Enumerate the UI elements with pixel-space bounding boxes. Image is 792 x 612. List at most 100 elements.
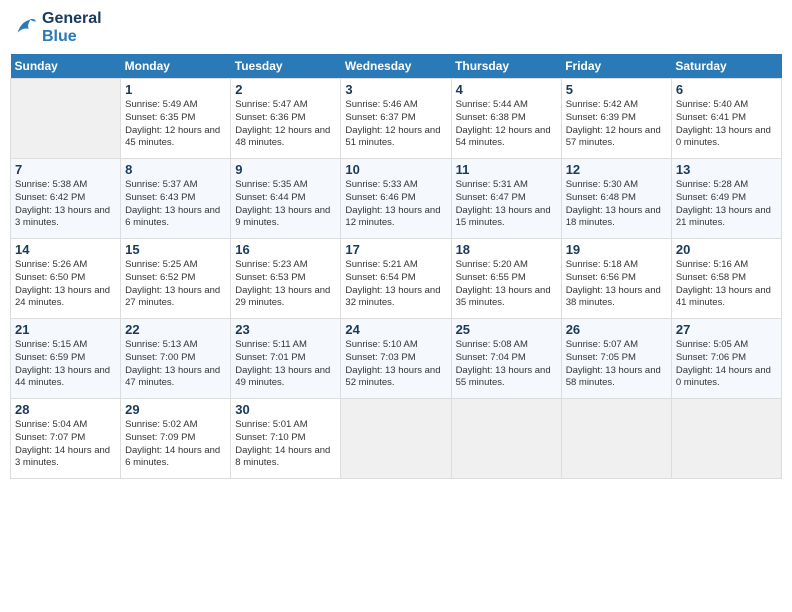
day-number: 21	[15, 322, 116, 337]
calendar-table: SundayMondayTuesdayWednesdayThursdayFrid…	[10, 54, 782, 479]
day-number: 16	[235, 242, 336, 257]
day-number: 28	[15, 402, 116, 417]
day-number: 11	[456, 162, 557, 177]
calendar-cell: 14 Sunrise: 5:26 AMSunset: 6:50 PMDaylig…	[11, 239, 121, 319]
calendar-cell	[341, 399, 451, 479]
calendar-cell: 10 Sunrise: 5:33 AMSunset: 6:46 PMDaylig…	[341, 159, 451, 239]
calendar-cell: 13 Sunrise: 5:28 AMSunset: 6:49 PMDaylig…	[671, 159, 781, 239]
cell-content: Sunrise: 5:44 AMSunset: 6:38 PMDaylight:…	[456, 99, 551, 148]
cell-content: Sunrise: 5:42 AMSunset: 6:39 PMDaylight:…	[566, 99, 661, 148]
day-number: 3	[345, 82, 446, 97]
cell-content: Sunrise: 5:05 AMSunset: 7:06 PMDaylight:…	[676, 339, 771, 388]
calendar-cell: 1 Sunrise: 5:49 AMSunset: 6:35 PMDayligh…	[121, 79, 231, 159]
day-number: 10	[345, 162, 446, 177]
day-number: 18	[456, 242, 557, 257]
cell-content: Sunrise: 5:33 AMSunset: 6:46 PMDaylight:…	[345, 179, 440, 228]
calendar-cell: 18 Sunrise: 5:20 AMSunset: 6:55 PMDaylig…	[451, 239, 561, 319]
cell-content: Sunrise: 5:04 AMSunset: 7:07 PMDaylight:…	[15, 419, 110, 468]
calendar-cell: 7 Sunrise: 5:38 AMSunset: 6:42 PMDayligh…	[11, 159, 121, 239]
calendar-cell: 21 Sunrise: 5:15 AMSunset: 6:59 PMDaylig…	[11, 319, 121, 399]
cell-content: Sunrise: 5:46 AMSunset: 6:37 PMDaylight:…	[345, 99, 440, 148]
day-number: 4	[456, 82, 557, 97]
cell-content: Sunrise: 5:35 AMSunset: 6:44 PMDaylight:…	[235, 179, 330, 228]
cell-content: Sunrise: 5:49 AMSunset: 6:35 PMDaylight:…	[125, 99, 220, 148]
cell-content: Sunrise: 5:40 AMSunset: 6:41 PMDaylight:…	[676, 99, 771, 148]
week-row-2: 7 Sunrise: 5:38 AMSunset: 6:42 PMDayligh…	[11, 159, 782, 239]
cell-content: Sunrise: 5:47 AMSunset: 6:36 PMDaylight:…	[235, 99, 330, 148]
logo-text: General Blue	[42, 10, 102, 46]
calendar-cell: 11 Sunrise: 5:31 AMSunset: 6:47 PMDaylig…	[451, 159, 561, 239]
day-number: 14	[15, 242, 116, 257]
cell-content: Sunrise: 5:02 AMSunset: 7:09 PMDaylight:…	[125, 419, 220, 468]
cell-content: Sunrise: 5:31 AMSunset: 6:47 PMDaylight:…	[456, 179, 551, 228]
day-number: 9	[235, 162, 336, 177]
cell-content: Sunrise: 5:30 AMSunset: 6:48 PMDaylight:…	[566, 179, 661, 228]
header-cell-wednesday: Wednesday	[341, 54, 451, 79]
day-number: 23	[235, 322, 336, 337]
calendar-cell: 2 Sunrise: 5:47 AMSunset: 6:36 PMDayligh…	[231, 79, 341, 159]
calendar-cell: 28 Sunrise: 5:04 AMSunset: 7:07 PMDaylig…	[11, 399, 121, 479]
calendar-cell: 27 Sunrise: 5:05 AMSunset: 7:06 PMDaylig…	[671, 319, 781, 399]
calendar-cell: 26 Sunrise: 5:07 AMSunset: 7:05 PMDaylig…	[561, 319, 671, 399]
cell-content: Sunrise: 5:20 AMSunset: 6:55 PMDaylight:…	[456, 259, 551, 308]
week-row-5: 28 Sunrise: 5:04 AMSunset: 7:07 PMDaylig…	[11, 399, 782, 479]
week-row-1: 1 Sunrise: 5:49 AMSunset: 6:35 PMDayligh…	[11, 79, 782, 159]
header-cell-tuesday: Tuesday	[231, 54, 341, 79]
day-number: 8	[125, 162, 226, 177]
day-number: 12	[566, 162, 667, 177]
cell-content: Sunrise: 5:08 AMSunset: 7:04 PMDaylight:…	[456, 339, 551, 388]
header-cell-saturday: Saturday	[671, 54, 781, 79]
cell-content: Sunrise: 5:10 AMSunset: 7:03 PMDaylight:…	[345, 339, 440, 388]
day-number: 29	[125, 402, 226, 417]
calendar-cell: 23 Sunrise: 5:11 AMSunset: 7:01 PMDaylig…	[231, 319, 341, 399]
week-row-3: 14 Sunrise: 5:26 AMSunset: 6:50 PMDaylig…	[11, 239, 782, 319]
calendar-cell: 9 Sunrise: 5:35 AMSunset: 6:44 PMDayligh…	[231, 159, 341, 239]
day-number: 13	[676, 162, 777, 177]
cell-content: Sunrise: 5:28 AMSunset: 6:49 PMDaylight:…	[676, 179, 771, 228]
cell-content: Sunrise: 5:25 AMSunset: 6:52 PMDaylight:…	[125, 259, 220, 308]
calendar-cell	[671, 399, 781, 479]
header-cell-monday: Monday	[121, 54, 231, 79]
header-row: SundayMondayTuesdayWednesdayThursdayFrid…	[11, 54, 782, 79]
cell-content: Sunrise: 5:01 AMSunset: 7:10 PMDaylight:…	[235, 419, 330, 468]
day-number: 17	[345, 242, 446, 257]
calendar-cell: 17 Sunrise: 5:21 AMSunset: 6:54 PMDaylig…	[341, 239, 451, 319]
day-number: 7	[15, 162, 116, 177]
calendar-cell: 8 Sunrise: 5:37 AMSunset: 6:43 PMDayligh…	[121, 159, 231, 239]
cell-content: Sunrise: 5:38 AMSunset: 6:42 PMDaylight:…	[15, 179, 110, 228]
day-number: 5	[566, 82, 667, 97]
header: General Blue	[10, 10, 782, 46]
calendar-cell: 16 Sunrise: 5:23 AMSunset: 6:53 PMDaylig…	[231, 239, 341, 319]
calendar-cell: 5 Sunrise: 5:42 AMSunset: 6:39 PMDayligh…	[561, 79, 671, 159]
day-number: 30	[235, 402, 336, 417]
calendar-cell: 19 Sunrise: 5:18 AMSunset: 6:56 PMDaylig…	[561, 239, 671, 319]
logo: General Blue	[10, 10, 102, 46]
day-number: 27	[676, 322, 777, 337]
week-row-4: 21 Sunrise: 5:15 AMSunset: 6:59 PMDaylig…	[11, 319, 782, 399]
day-number: 1	[125, 82, 226, 97]
calendar-cell: 15 Sunrise: 5:25 AMSunset: 6:52 PMDaylig…	[121, 239, 231, 319]
calendar-cell	[561, 399, 671, 479]
day-number: 26	[566, 322, 667, 337]
logo-icon	[10, 14, 38, 42]
calendar-cell: 25 Sunrise: 5:08 AMSunset: 7:04 PMDaylig…	[451, 319, 561, 399]
day-number: 6	[676, 82, 777, 97]
header-cell-friday: Friday	[561, 54, 671, 79]
day-number: 19	[566, 242, 667, 257]
calendar-cell: 6 Sunrise: 5:40 AMSunset: 6:41 PMDayligh…	[671, 79, 781, 159]
cell-content: Sunrise: 5:07 AMSunset: 7:05 PMDaylight:…	[566, 339, 661, 388]
calendar-cell: 4 Sunrise: 5:44 AMSunset: 6:38 PMDayligh…	[451, 79, 561, 159]
calendar-cell: 29 Sunrise: 5:02 AMSunset: 7:09 PMDaylig…	[121, 399, 231, 479]
calendar-cell: 20 Sunrise: 5:16 AMSunset: 6:58 PMDaylig…	[671, 239, 781, 319]
calendar-cell	[11, 79, 121, 159]
cell-content: Sunrise: 5:18 AMSunset: 6:56 PMDaylight:…	[566, 259, 661, 308]
day-number: 20	[676, 242, 777, 257]
cell-content: Sunrise: 5:21 AMSunset: 6:54 PMDaylight:…	[345, 259, 440, 308]
day-number: 2	[235, 82, 336, 97]
calendar-cell: 3 Sunrise: 5:46 AMSunset: 6:37 PMDayligh…	[341, 79, 451, 159]
cell-content: Sunrise: 5:15 AMSunset: 6:59 PMDaylight:…	[15, 339, 110, 388]
cell-content: Sunrise: 5:16 AMSunset: 6:58 PMDaylight:…	[676, 259, 771, 308]
calendar-cell: 24 Sunrise: 5:10 AMSunset: 7:03 PMDaylig…	[341, 319, 451, 399]
cell-content: Sunrise: 5:11 AMSunset: 7:01 PMDaylight:…	[235, 339, 330, 388]
cell-content: Sunrise: 5:26 AMSunset: 6:50 PMDaylight:…	[15, 259, 110, 308]
